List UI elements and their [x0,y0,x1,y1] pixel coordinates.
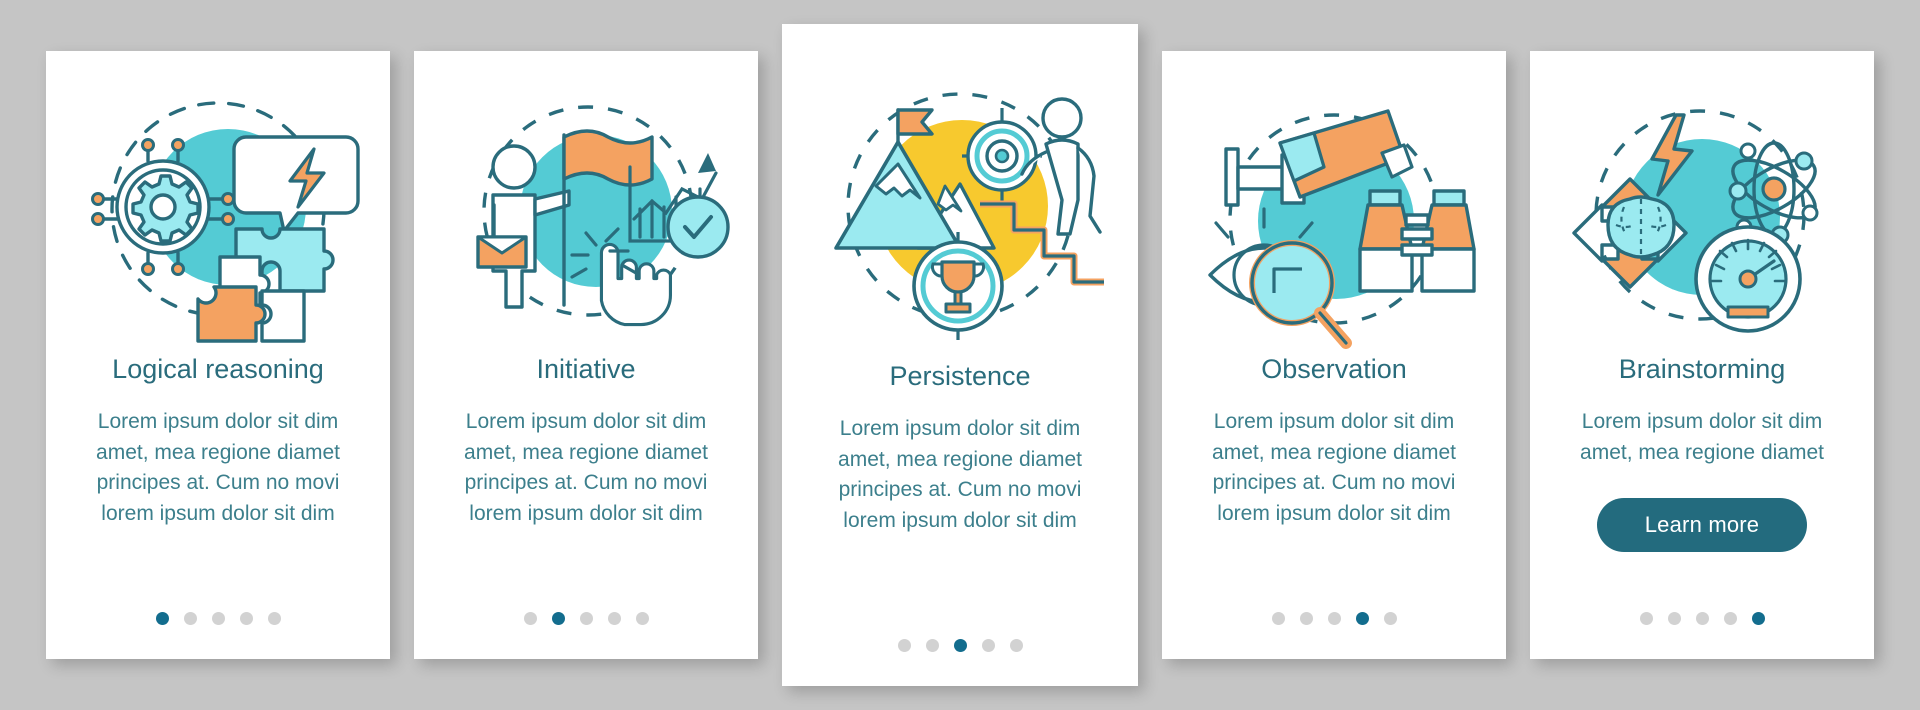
onboarding-card-brainstorming[interactable]: Brainstorming Lorem ipsum dolor sit dim … [1530,51,1874,659]
card-body-text: Lorem ipsum dolor sit dim amet, mea regi… [1580,410,1824,464]
card-title: Brainstorming [1618,354,1786,384]
pagination-dot-5[interactable] [267,612,281,625]
onboarding-card-initiative[interactable]: Initiative Lorem ipsum dolor sit dim ame… [414,51,758,659]
onboarding-card-observation[interactable]: Observation Lorem ipsum dolor sit dim am… [1162,51,1506,659]
pagination-dot-5[interactable] [1383,612,1397,625]
pagination-dot-2[interactable] [1299,612,1313,625]
pagination-dots[interactable] [1530,612,1874,625]
pagination-dot-1[interactable] [523,612,537,625]
pagination-dot-3[interactable] [1327,612,1341,625]
onboarding-screens-container: Logical reasoning Lorem ipsum dolor sit … [0,0,1920,710]
pagination-dot-4[interactable] [1355,612,1369,625]
pagination-dot-4[interactable] [981,639,995,652]
card-title: Logical reasoning [112,354,324,384]
mountain-flag-target-stairs-trophy-icon [800,56,1120,356]
gear-network-speech-bubble-puzzle-icon [68,79,368,349]
pagination-dots[interactable] [46,612,390,625]
pagination-dot-5[interactable] [1009,639,1023,652]
pagination-dot-3[interactable] [953,639,967,652]
pagination-dot-3[interactable] [1695,612,1709,625]
person-flag-chart-checkmark-pointing-hand-icon [436,79,736,349]
pagination-dot-5[interactable] [1751,612,1765,625]
brain-arrows-lightning-atom-speedometer-icon [1552,79,1852,349]
pagination-dot-4[interactable] [607,612,621,625]
card-body-text: Lorem ipsum dolor sit dim amet, mea regi… [96,410,340,525]
card-title: Initiative [536,354,636,384]
cctv-camera-eye-magnifier-binoculars-icon [1184,79,1484,349]
pagination-dots[interactable] [414,612,758,625]
pagination-dot-4[interactable] [239,612,253,625]
onboarding-card-persistence[interactable]: Persistence Lorem ipsum dolor sit dim am… [782,24,1138,686]
card-body-text: Lorem ipsum dolor sit dim amet, mea regi… [464,410,708,525]
pagination-dot-2[interactable] [1667,612,1681,625]
pagination-dot-1[interactable] [1639,612,1653,625]
pagination-dot-1[interactable] [1271,612,1285,625]
pagination-dot-2[interactable] [551,612,565,625]
pagination-dot-3[interactable] [579,612,593,625]
pagination-dot-2[interactable] [183,612,197,625]
pagination-dot-2[interactable] [925,639,939,652]
pagination-dot-1[interactable] [155,612,169,625]
learn-more-button[interactable]: Learn more [1596,498,1808,553]
pagination-dot-4[interactable] [1723,612,1737,625]
pagination-dots[interactable] [782,639,1138,652]
pagination-dot-1[interactable] [897,639,911,652]
pagination-dot-3[interactable] [211,612,225,625]
card-body-text: Lorem ipsum dolor sit dim amet, mea regi… [1212,410,1456,525]
onboarding-card-logical-reasoning[interactable]: Logical reasoning Lorem ipsum dolor sit … [46,51,390,659]
card-title: Observation [1261,354,1407,384]
pagination-dots[interactable] [1162,612,1506,625]
pagination-dot-5[interactable] [635,612,649,625]
card-body-text: Lorem ipsum dolor sit dim amet, mea regi… [838,417,1082,532]
card-title: Persistence [889,361,1031,391]
